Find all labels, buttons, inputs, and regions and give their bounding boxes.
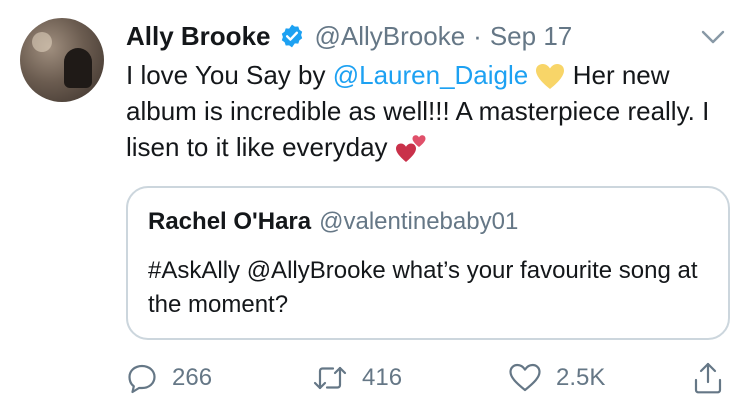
reply-icon (128, 364, 156, 394)
mention-link[interactable]: @Lauren_Daigle (333, 60, 529, 90)
reply-button[interactable]: 266 (126, 358, 212, 398)
yellow-heart-emoji (536, 64, 565, 90)
tweet-text-part-1: I love You Say by (126, 60, 333, 90)
quoted-tweet-header: Rachel O'Hara @valentinebaby01 (148, 208, 518, 236)
tweet[interactable]: Ally Brooke @AllyBrooke · Sep 17 I love … (0, 0, 750, 414)
heart-icon (509, 363, 541, 392)
share-icon (694, 362, 722, 394)
tweet-actions: 266 416 2.5K (126, 358, 726, 398)
tweet-text: I love You Say by @Lauren_Daigle Her new… (126, 57, 726, 165)
like-button[interactable]: 2.5K (508, 358, 605, 398)
share-button[interactable] (692, 358, 738, 398)
two-hearts-emoji (395, 135, 426, 163)
verified-badge-icon (281, 24, 302, 48)
retweet-count: 416 (362, 364, 403, 391)
avatar-photo-detail (32, 32, 52, 52)
chevron-down-icon[interactable] (698, 22, 728, 52)
reply-count: 266 (172, 364, 213, 391)
quoted-tweet-text: #AskAlly @AllyBrooke what’s your favouri… (148, 257, 698, 318)
tweet-date[interactable]: Sep 17 (490, 21, 572, 52)
quoted-author-name: Rachel O'Hara (148, 208, 312, 235)
like-count: 2.5K (556, 364, 606, 391)
avatar-photo-person (64, 48, 92, 88)
retweet-button[interactable]: 416 (312, 358, 402, 398)
quoted-author-handle: @valentinebaby01 (319, 208, 519, 235)
tweet-header: Ally Brooke @AllyBrooke · Sep 17 (126, 19, 572, 53)
quoted-tweet[interactable]: Rachel O'Hara @valentinebaby01 #AskAlly @… (126, 186, 730, 340)
avatar[interactable] (20, 18, 104, 102)
retweet-icon (313, 366, 347, 390)
author-name[interactable]: Ally Brooke (126, 21, 271, 52)
author-handle[interactable]: @AllyBrooke (315, 21, 466, 52)
header-separator: · (473, 20, 482, 51)
